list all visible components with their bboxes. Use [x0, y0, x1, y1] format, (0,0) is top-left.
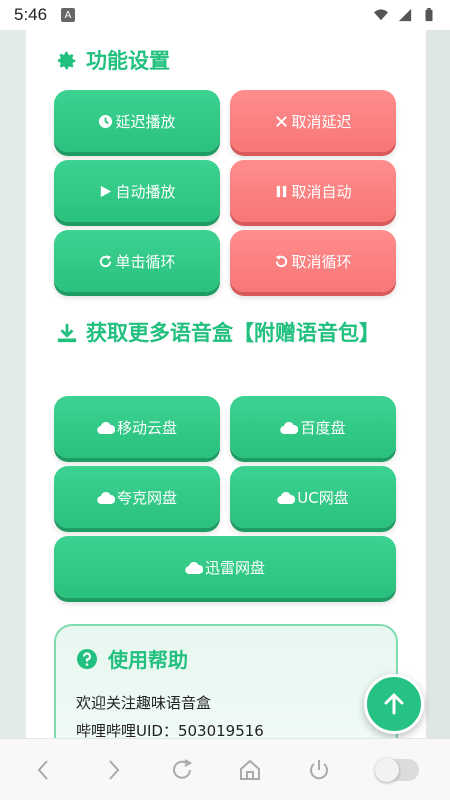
status-bar: 5:46 A: [0, 0, 450, 30]
forward-icon[interactable]: [100, 757, 126, 783]
mobile-cloud-button[interactable]: 移动云盘: [54, 396, 220, 458]
cloud-icon: [185, 561, 203, 574]
content-card: 功能设置 延迟播放 取消延迟 自动播放 取消自动 单击循环 取消循环 获取更多语…: [26, 30, 426, 738]
cancel-loop-button[interactable]: 取消循环: [230, 230, 396, 292]
undo-icon: [276, 254, 288, 267]
cloud-icon: [97, 491, 115, 504]
night-mode-toggle[interactable]: [374, 757, 419, 782]
help-line-uid: 哔哩哔哩UID：503019516: [76, 722, 264, 738]
help-title: 使用帮助: [76, 644, 188, 673]
cancel-delay-button[interactable]: 取消延迟: [230, 90, 396, 152]
refresh-icon[interactable]: [169, 757, 195, 783]
arrow-up-icon: [384, 693, 404, 715]
browser-nav-bar: [0, 738, 450, 800]
page-content[interactable]: 功能设置 延迟播放 取消延迟 自动播放 取消自动 单击循环 取消循环 获取更多语…: [0, 30, 450, 738]
auto-play-button[interactable]: 自动播放: [54, 160, 220, 222]
status-icons: [374, 8, 436, 22]
close-icon: [276, 115, 288, 127]
baidu-pan-button[interactable]: 百度盘: [230, 396, 396, 458]
notification-icon: A: [61, 8, 76, 22]
clock-icon: [99, 114, 113, 128]
status-time: 5:46: [14, 5, 48, 24]
question-icon: [77, 648, 97, 669]
single-loop-button[interactable]: 单击循环: [54, 230, 220, 292]
help-panel: 使用帮助 欢迎关注趣味语音盒 哔哩哔哩UID：503019516: [54, 624, 398, 738]
signal-icon: [398, 8, 412, 22]
home-icon[interactable]: [237, 757, 263, 783]
battery-icon: [425, 8, 433, 22]
wifi-icon: [374, 9, 388, 21]
redo-icon: [100, 254, 112, 267]
cloud-icon: [277, 491, 296, 504]
cloud-icon: [280, 421, 299, 434]
quark-pan-button[interactable]: 夸克网盘: [54, 466, 220, 528]
scroll-top-button[interactable]: [364, 674, 424, 734]
help-line-welcome: 欢迎关注趣味语音盒: [76, 694, 212, 712]
settings-title-text: 功能设置: [86, 49, 170, 73]
gear-icon: [57, 51, 76, 70]
cloud-icon: [97, 421, 115, 434]
uc-pan-button[interactable]: UC网盘: [230, 466, 396, 528]
settings-section-title: 功能设置: [56, 46, 396, 76]
back-icon[interactable]: [31, 757, 57, 783]
power-icon[interactable]: [306, 757, 332, 783]
side-strip: [426, 30, 450, 738]
download-section-title: 获取更多语音盒【附赠语音包】: [56, 318, 396, 348]
toggle-knob: [374, 757, 399, 782]
play-icon: [101, 185, 112, 197]
cancel-auto-button[interactable]: 取消自动: [230, 160, 396, 222]
download-icon: [57, 323, 77, 343]
pause-icon: [277, 185, 287, 197]
xunlei-pan-button[interactable]: 迅雷网盘: [54, 536, 396, 598]
delay-play-button[interactable]: 延迟播放: [54, 90, 220, 152]
download-title-text: 获取更多语音盒【附赠语音包】: [86, 321, 380, 345]
